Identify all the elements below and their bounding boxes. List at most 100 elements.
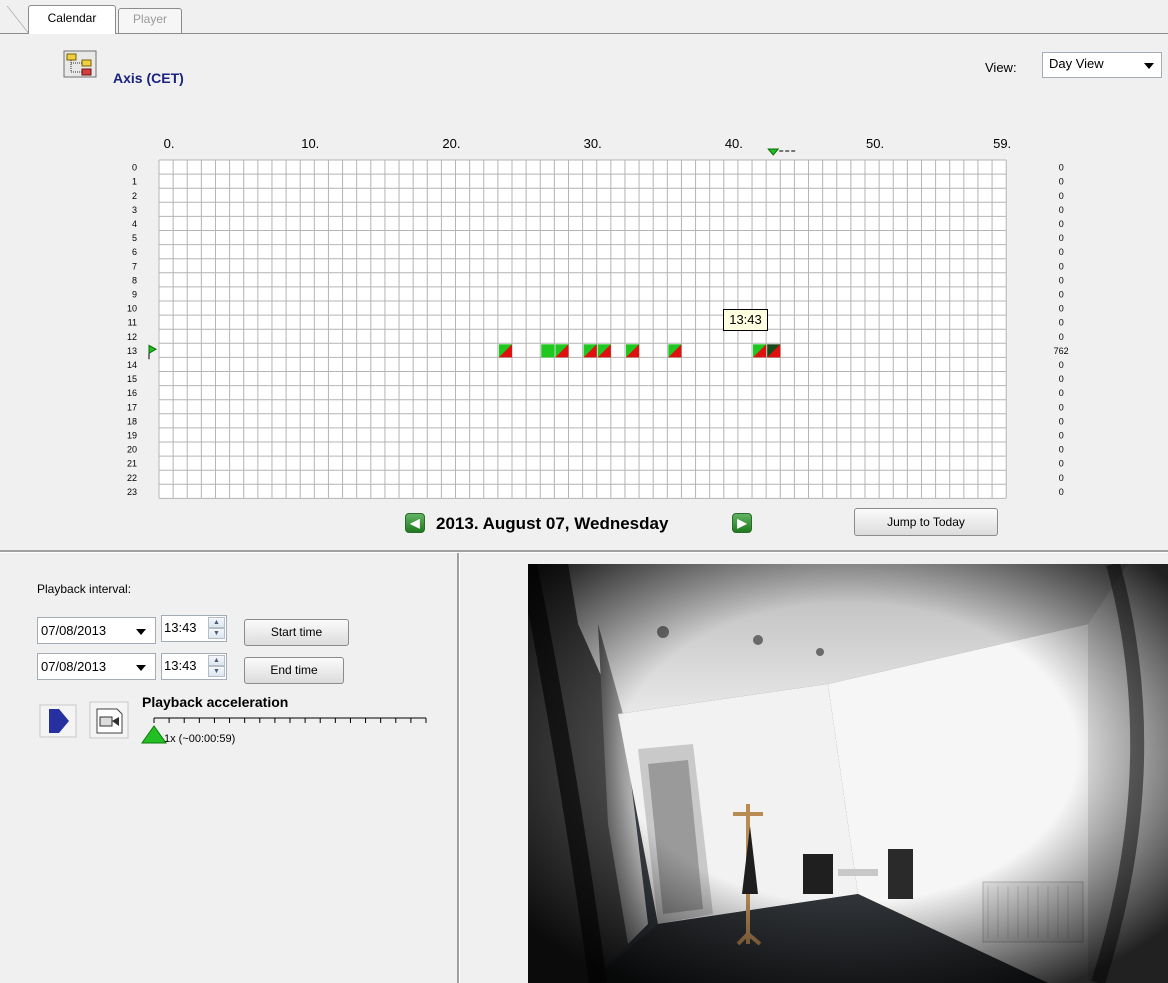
chevron-down-icon [1144,63,1154,69]
hour-record-count: 0 [1059,473,1064,483]
export-video-icon [89,701,129,739]
hour-label: 19 [127,430,137,440]
hour-label: 23 [127,487,137,497]
tab-bar: Calendar Player [0,0,1168,34]
hour-record-count: 0 [1059,247,1064,257]
slider-thumb-icon[interactable] [141,725,167,744]
chevron-down-icon [136,629,146,635]
play-button[interactable] [39,704,77,738]
hour-record-count: 0 [1059,219,1064,229]
hour-label: 4 [132,219,137,229]
playback-interval-label: Playback interval: [37,582,132,596]
hour-record-count: 762 [1054,346,1069,356]
minute-tick-label: 30. [584,136,602,151]
tab-calendar[interactable]: Calendar [7,5,116,34]
start-time-value: 13:43 [164,620,197,635]
hour-record-count: 0 [1059,430,1064,440]
hour-label: 8 [132,275,137,285]
current-date: 2013. August 07, Wednesday [436,514,669,533]
hour-label: 21 [127,459,137,469]
spin-up-icon[interactable]: ▲ [208,655,225,666]
end-time-value: 13:43 [164,658,197,673]
prev-arrow-icon[interactable]: ◀ [405,513,425,533]
hour-record-count: 0 [1059,261,1064,271]
start-date-picker[interactable]: 07/08/2013 [37,617,156,644]
jump-to-today-button[interactable]: Jump to Today [854,508,998,536]
hour-record-count: 0 [1059,163,1064,173]
tab-divider [0,33,1168,34]
hour-record-count: 0 [1059,402,1064,412]
playback-acceleration-label: Playback acceleration [142,694,289,710]
view-select[interactable]: Day View [1042,52,1162,78]
hour-label: 15 [127,374,137,384]
hour-record-count: 0 [1059,388,1064,398]
play-icon [39,704,77,738]
hour-label: 0 [132,163,137,173]
minute-tick-label: 0. [164,136,175,151]
hour-record-count: 0 [1059,360,1064,370]
hour-record-count: 0 [1059,459,1064,469]
recording-calendar-grid[interactable]: 0. 10. 20. 30. 40. 50. 59.0 01 02 03 04 05 06 07 08 09 0… [0,120,1168,500]
hour-record-count: 0 [1059,487,1064,497]
time-tooltip: 13:43 [723,309,768,331]
minute-tick-label: 10. [301,136,319,151]
hour-label: 20 [127,445,137,455]
hour-label: 11 [128,318,137,328]
hour-record-count: 0 [1059,416,1064,426]
hour-label: 2 [132,191,137,201]
hour-label: 17 [127,402,137,412]
tab-player[interactable]: Player [118,8,182,33]
spin-down-icon[interactable]: ▼ [208,628,225,639]
minute-tick-label: 59. [993,136,1011,151]
end-date-picker[interactable]: 07/08/2013 [37,653,156,680]
start-time-button[interactable]: Start time [244,619,349,646]
hour-label: 14 [127,360,137,370]
hour-label: 12 [127,332,137,342]
hour-label: 5 [132,233,137,243]
end-date-value: 07/08/2013 [41,659,107,674]
camera-video-frame[interactable] [528,564,1168,983]
hour-label: 3 [132,205,137,215]
hour-record-count: 0 [1059,304,1064,314]
end-time-button[interactable]: End time [244,657,344,684]
horizontal-splitter[interactable] [0,550,1168,553]
minute-tick-label: 40. [725,136,743,151]
minute-tick-label: 20. [442,136,460,151]
hour-label: 9 [132,289,137,299]
view-label: View: [985,60,1017,75]
vertical-splitter[interactable] [457,553,460,983]
hour-label: 22 [127,473,137,483]
hour-label: 6 [132,247,137,257]
hour-label: 13 [127,346,137,356]
spin-up-icon[interactable]: ▲ [208,617,225,628]
hour-record-count: 0 [1059,445,1064,455]
end-time-spinner[interactable]: ▲ ▼ [208,655,225,678]
hour-label: 1 [132,177,137,187]
recording-cell[interactable] [541,344,555,358]
hour-record-count: 0 [1059,374,1064,384]
hour-record-count: 0 [1059,275,1064,285]
next-arrow-icon[interactable]: ▶ [732,513,752,533]
current-minute-marker-icon [767,148,780,156]
camera-title: Axis (CET) [113,70,184,86]
hour-label: 18 [127,416,137,426]
hour-record-count: 0 [1059,233,1064,243]
hour-record-count: 0 [1059,177,1064,187]
view-select-value: Day View [1049,56,1104,71]
spin-down-icon[interactable]: ▼ [208,666,225,677]
chevron-down-icon [136,665,146,671]
hour-label: 10 [127,304,137,314]
playback-acceleration-value: 1x (~00:00:59) [164,733,236,745]
end-time-field[interactable]: 13:43 ▲ ▼ [161,653,227,680]
hour-record-count: 0 [1059,318,1064,328]
start-time-field[interactable]: 13:43 ▲ ▼ [161,615,227,642]
hour-label: 16 [127,388,137,398]
minute-tick-label: 50. [866,136,884,151]
hour-record-count: 0 [1059,191,1064,201]
export-button[interactable] [89,701,129,739]
camera-tree-icon[interactable] [63,50,97,78]
hour-record-count: 0 [1059,205,1064,215]
start-time-spinner[interactable]: ▲ ▼ [208,617,225,640]
current-hour-marker-icon [148,344,158,355]
start-date-value: 07/08/2013 [41,623,107,638]
